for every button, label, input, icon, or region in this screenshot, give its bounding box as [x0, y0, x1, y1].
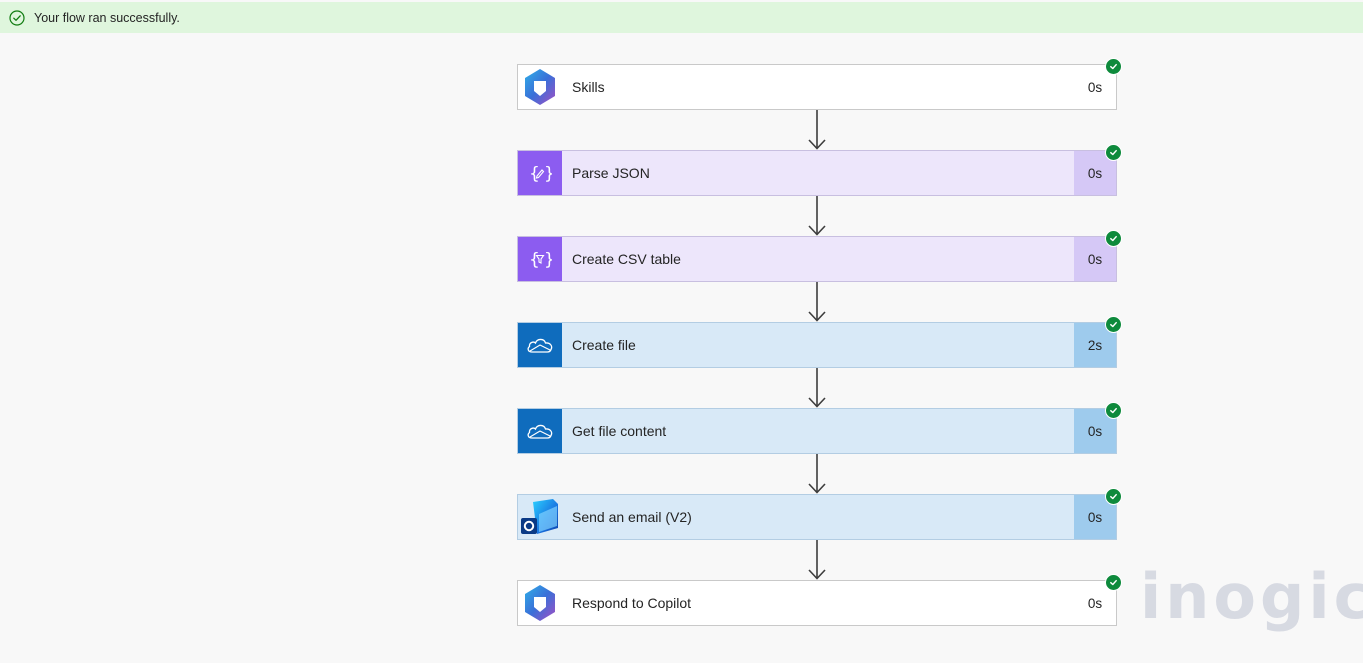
success-check-icon: [1105, 574, 1122, 591]
onedrive-icon: [518, 323, 562, 367]
step-parse-json[interactable]: { } Parse JSON 0s: [517, 144, 1122, 196]
success-check-icon: [1105, 144, 1122, 161]
step-create-file[interactable]: Create file 2s: [517, 316, 1122, 368]
step-label: Respond to Copilot: [572, 595, 692, 611]
data-operation-icon: { }: [518, 237, 562, 281]
success-check-icon: [1105, 488, 1122, 505]
step-label: Get file content: [572, 423, 667, 439]
connector-arrow: [517, 282, 1117, 322]
copilot-icon: [518, 581, 562, 625]
data-operation-icon: { }: [518, 151, 562, 195]
connector-arrow: [517, 454, 1117, 494]
inogic-watermark-logo: inogic: [1140, 560, 1363, 633]
step-label: Send an email (V2): [572, 509, 692, 525]
success-check-icon: [1105, 402, 1122, 419]
outlook-icon: [518, 495, 562, 539]
check-circle-icon: [9, 9, 25, 26]
connector-arrow: [517, 368, 1117, 408]
success-check-icon: [1105, 58, 1122, 75]
flow-canvas: Skills 0s { } Parse JSON 0s { }: [517, 58, 1122, 626]
step-send-email[interactable]: Send an email (V2) 0s: [517, 488, 1122, 540]
step-label: Create file: [572, 337, 636, 353]
svg-text:}: }: [544, 164, 552, 184]
success-check-icon: [1105, 230, 1122, 247]
step-label: Skills: [572, 79, 605, 95]
svg-text:{: {: [529, 250, 540, 270]
connector-arrow: [517, 540, 1117, 580]
copilot-icon: [518, 65, 562, 109]
step-skills[interactable]: Skills 0s: [517, 58, 1122, 110]
svg-text:}: }: [544, 250, 552, 270]
success-banner: Your flow ran successfully.: [0, 2, 1363, 33]
success-check-icon: [1105, 316, 1122, 333]
step-label: Parse JSON: [572, 165, 650, 181]
onedrive-icon: [518, 409, 562, 453]
banner-message: Your flow ran successfully.: [34, 10, 180, 25]
connector-arrow: [517, 110, 1117, 150]
step-create-csv-table[interactable]: { } Create CSV table 0s: [517, 230, 1122, 282]
step-respond-to-copilot[interactable]: Respond to Copilot 0s: [517, 574, 1122, 626]
step-get-file-content[interactable]: Get file content 0s: [517, 402, 1122, 454]
step-label: Create CSV table: [572, 251, 681, 267]
connector-arrow: [517, 196, 1117, 236]
